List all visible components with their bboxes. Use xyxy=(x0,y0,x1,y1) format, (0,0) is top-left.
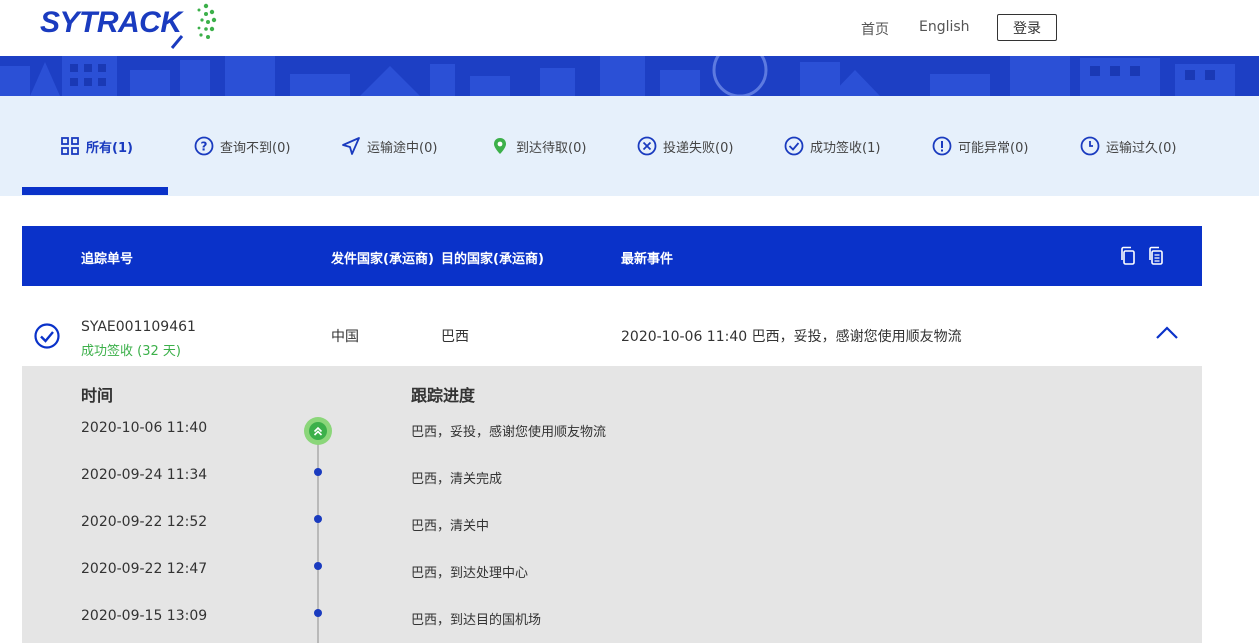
event-time: 2020-10-06 11:40 xyxy=(81,420,208,436)
delivery-status: 成功签收 (32 天) xyxy=(81,344,181,359)
delivered-check-icon xyxy=(34,323,60,353)
location-pin-icon xyxy=(490,136,510,156)
shipment-row[interactable]: SYAE001109461 成功签收 (32 天) 中国 巴西 2020-10-… xyxy=(22,306,1202,366)
destination-country: 巴西 xyxy=(441,329,469,345)
col-tracking-number: 追踪单号 xyxy=(81,252,134,267)
tab-label: 运输途中(0) xyxy=(367,140,438,156)
tab-not-found[interactable]: ? 查询不到(0) xyxy=(194,96,290,196)
tab-label: 成功签收(1) xyxy=(810,140,881,156)
tab-all[interactable]: 所有(1) xyxy=(60,96,133,196)
event-time: 2020-09-22 12:47 xyxy=(81,561,208,577)
copy-icon[interactable] xyxy=(1120,246,1136,270)
tab-label: 所有(1) xyxy=(86,140,133,156)
event-description: 巴西，清关中 xyxy=(411,519,490,534)
latest-event-marker-icon xyxy=(304,417,332,445)
x-circle-icon xyxy=(637,136,657,156)
chevron-up-icon[interactable] xyxy=(1155,323,1179,347)
city-banner xyxy=(0,56,1259,96)
status-tabs: 所有(1) ? 查询不到(0) 运输途中(0) 到达待取(0) 投递失败(0) … xyxy=(0,96,1259,196)
tab-label: 可能异常(0) xyxy=(958,140,1029,156)
city-skyline-illustration xyxy=(0,56,1235,96)
event-description: 巴西，妥投，感谢您使用顺友物流 xyxy=(411,425,607,440)
tracking-number[interactable]: SYAE001109461 xyxy=(81,319,196,335)
latest-event: 2020-10-06 11:40 巴西，妥投，感谢您使用顺友物流 xyxy=(621,329,962,345)
tab-label: 到达待取(0) xyxy=(516,140,587,156)
top-header: SYTRACK 首页 English 登录 xyxy=(0,0,1259,56)
event-time: 2020-09-22 12:52 xyxy=(81,514,208,530)
tab-label: 查询不到(0) xyxy=(220,140,291,156)
clock-icon xyxy=(1080,136,1100,156)
col-latest-event: 最新事件 xyxy=(621,252,674,267)
tab-delivery-failed[interactable]: 投递失败(0) xyxy=(637,96,733,196)
tab-delivered[interactable]: 成功签收(1) xyxy=(784,96,880,196)
login-button[interactable]: 登录 xyxy=(997,14,1057,41)
tab-exception[interactable]: 可能异常(0) xyxy=(932,96,1028,196)
event-time: 2020-09-15 13:09 xyxy=(81,608,208,624)
question-circle-icon: ? xyxy=(194,136,214,156)
event-time: 2020-09-24 11:34 xyxy=(81,467,208,483)
grid-icon xyxy=(60,136,80,156)
send-arrow-icon xyxy=(341,136,361,156)
col-destination-country: 目的国家(承运商) xyxy=(441,252,544,267)
timeline-dot xyxy=(314,609,322,617)
timeline-dot xyxy=(314,562,322,570)
tab-ready-pickup[interactable]: 到达待取(0) xyxy=(490,96,586,196)
timeline-dot xyxy=(314,515,322,523)
event-description: 巴西，到达处理中心 xyxy=(411,566,529,581)
results-table-header: 追踪单号 发件国家(承运商) 目的国家(承运商) 最新事件 xyxy=(22,226,1202,286)
exclamation-circle-icon xyxy=(932,136,952,156)
tracking-details: 时间 跟踪进度 2020-10-06 11:40 巴西，妥投，感谢您使用顺友物流… xyxy=(22,366,1202,643)
col-origin-country: 发件国家(承运商) xyxy=(331,252,434,267)
check-circle-icon xyxy=(784,136,804,156)
tab-too-long[interactable]: 运输过久(0) xyxy=(1080,96,1176,196)
tab-in-transit[interactable]: 运输途中(0) xyxy=(341,96,437,196)
event-description: 巴西，清关完成 xyxy=(411,472,503,487)
origin-country: 中国 xyxy=(331,329,359,345)
timeline-dot xyxy=(314,468,322,476)
active-tab-indicator xyxy=(22,187,168,195)
details-time-header: 时间 xyxy=(81,386,114,405)
tab-label: 投递失败(0) xyxy=(663,140,734,156)
tab-label: 运输过久(0) xyxy=(1106,140,1177,156)
event-description: 巴西，到达目的国机场 xyxy=(411,613,542,628)
logo-dots-icon xyxy=(170,3,217,49)
logo-text: SYTRACK xyxy=(40,6,182,39)
details-progress-header: 跟踪进度 xyxy=(411,386,476,405)
svg-text:?: ? xyxy=(201,140,208,154)
nav-english-link[interactable]: English xyxy=(919,19,970,35)
copy-all-icon[interactable] xyxy=(1148,246,1164,270)
nav-home-link[interactable]: 首页 xyxy=(861,19,889,39)
